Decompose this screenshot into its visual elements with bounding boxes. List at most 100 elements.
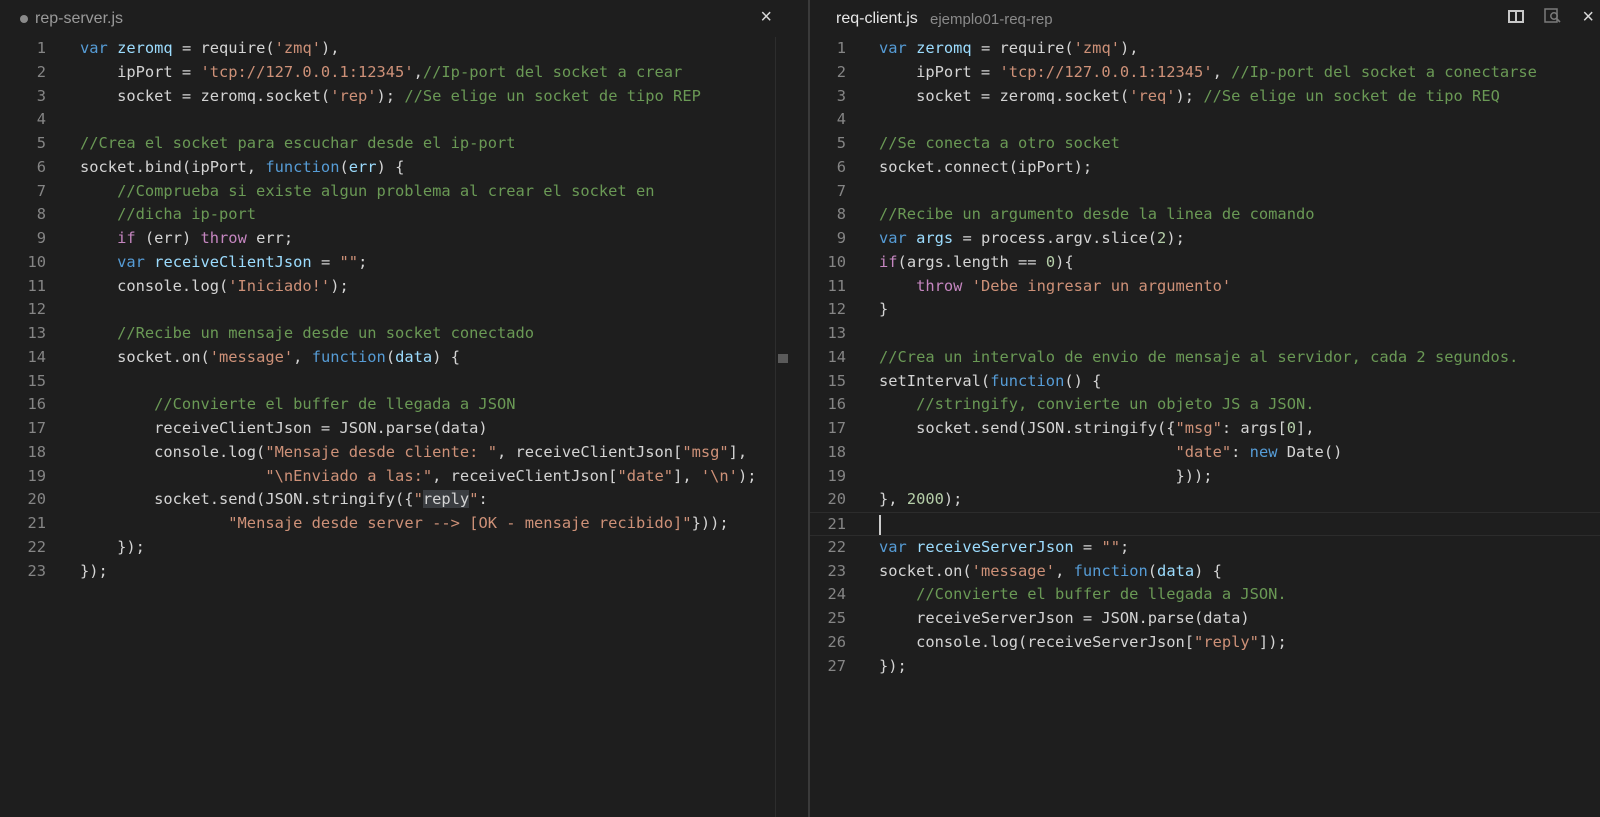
line-content[interactable]: //Convierte el buffer de llegada a JSON.: [879, 583, 1287, 607]
line-content[interactable]: //Recibe un argumento desde la linea de …: [879, 203, 1315, 227]
split-editor-icon[interactable]: [1508, 10, 1524, 23]
tab-title-req-client[interactable]: req-client.js: [836, 10, 918, 28]
line-content[interactable]: //dicha ip-port: [80, 203, 256, 227]
line-content[interactable]: var receiveClientJson = "";: [80, 251, 367, 275]
line-content[interactable]: var receiveServerJson = "";: [879, 536, 1129, 560]
line-content[interactable]: console.log("Mensaje desde cliente: ", r…: [80, 441, 747, 465]
line-content[interactable]: var zeromq = require('zmq'),: [879, 37, 1139, 61]
close-icon[interactable]: ×: [760, 6, 772, 29]
line-content[interactable]: throw 'Debe ingresar un argumento': [879, 275, 1231, 299]
close-icon[interactable]: ×: [1582, 6, 1594, 29]
code-line[interactable]: 18 "date": new Date(): [810, 441, 1600, 465]
code-line[interactable]: 3 socket = zeromq.socket('rep'); //Se el…: [0, 85, 790, 109]
code-line[interactable]: 8 //Recibe un argumento desde la linea de…: [810, 203, 1600, 227]
editor-pane-right[interactable]: req-client.js ejemplo01-req-rep × 1 var z…: [810, 0, 1600, 817]
code-line[interactable]: 9 if (err) throw err;: [0, 227, 790, 251]
line-content[interactable]: //Se conecta a otro socket: [879, 132, 1120, 156]
editor-pane-left[interactable]: rep-server.js × 1 var zeromq = require('z…: [0, 0, 790, 817]
line-content[interactable]: socket.on('message', function(data) {: [879, 560, 1222, 584]
code-line[interactable]: 22 var receiveServerJson = "";: [810, 536, 1600, 560]
code-line[interactable]: 9 var args = process.argv.slice(2);: [810, 227, 1600, 251]
scrollbar-left[interactable]: [775, 37, 790, 817]
code-line[interactable]: 14 socket.on('message', function(data) {: [0, 346, 790, 370]
code-line[interactable]: 1 var zeromq = require('zmq'),: [810, 37, 1600, 61]
code-line[interactable]: 1 var zeromq = require('zmq'),: [0, 37, 790, 61]
line-content[interactable]: var zeromq = require('zmq'),: [80, 37, 340, 61]
code-line[interactable]: 8 //dicha ip-port: [0, 203, 790, 227]
line-content[interactable]: }: [879, 298, 888, 322]
code-line[interactable]: 21: [810, 512, 1600, 536]
tab-title-rep-server[interactable]: rep-server.js: [35, 10, 123, 28]
code-line[interactable]: 15: [0, 370, 790, 394]
code-line[interactable]: 20 socket.send(JSON.stringify({"reply":: [0, 488, 790, 512]
line-content[interactable]: socket = zeromq.socket('rep'); //Se elig…: [80, 85, 701, 109]
code-line[interactable]: 6 socket.bind(ipPort, function(err) {: [0, 156, 790, 180]
code-line[interactable]: 3 socket = zeromq.socket('req'); //Se el…: [810, 85, 1600, 109]
line-content[interactable]: //Crea un intervalo de envio de mensaje …: [879, 346, 1518, 370]
line-content[interactable]: console.log(receiveServerJson["reply"]);: [879, 631, 1287, 655]
code-line[interactable]: 19 "\nEnviado a las:", receiveClientJson…: [0, 465, 790, 489]
code-line[interactable]: 14 //Crea un intervalo de envio de mensaj…: [810, 346, 1600, 370]
code-line[interactable]: 7: [810, 180, 1600, 204]
code-line[interactable]: 10 if(args.length == 0){: [810, 251, 1600, 275]
code-line[interactable]: 23 socket.on('message', function(data) {: [810, 560, 1600, 584]
line-content[interactable]: socket.bind(ipPort, function(err) {: [80, 156, 404, 180]
code-line[interactable]: 16 //Convierte el buffer de llegada a JS…: [0, 393, 790, 417]
line-content[interactable]: ipPort = 'tcp://127.0.0.1:12345',//Ip-po…: [80, 61, 682, 85]
code-line[interactable]: 20}, 2000);: [810, 488, 1600, 512]
code-line[interactable]: 19 }));: [810, 465, 1600, 489]
code-line[interactable]: 16 //stringify, convierte un objeto JS a…: [810, 393, 1600, 417]
line-content[interactable]: socket.connect(ipPort);: [879, 156, 1092, 180]
code-line[interactable]: 26 console.log(receiveServerJson["reply"…: [810, 631, 1600, 655]
code-line[interactable]: 12}: [810, 298, 1600, 322]
open-preview-icon[interactable]: [1544, 8, 1562, 24]
code-line[interactable]: 11 throw 'Debe ingresar un argumento': [810, 275, 1600, 299]
code-line[interactable]: 13: [810, 322, 1600, 346]
line-content[interactable]: //Comprueba si existe algun problema al …: [80, 180, 654, 204]
line-content[interactable]: if (err) throw err;: [80, 227, 293, 251]
line-content[interactable]: "Mensaje desde server --> [OK - mensaje …: [80, 512, 728, 536]
line-content[interactable]: }, 2000);: [879, 488, 962, 512]
line-content[interactable]: var args = process.argv.slice(2);: [879, 227, 1185, 251]
line-content[interactable]: socket = zeromq.socket('req'); //Se elig…: [879, 85, 1500, 109]
line-content[interactable]: //Crea el socket para escuchar desde el …: [80, 132, 516, 156]
code-line[interactable]: 4: [0, 108, 790, 132]
line-content[interactable]: //Convierte el buffer de llegada a JSON: [80, 393, 515, 417]
code-line[interactable]: 21 "Mensaje desde server --> [OK - mensa…: [0, 512, 790, 536]
line-content[interactable]: }));: [879, 465, 1213, 489]
line-content[interactable]: ipPort = 'tcp://127.0.0.1:12345', //Ip-p…: [879, 61, 1537, 85]
code-line[interactable]: 27});: [810, 655, 1600, 679]
code-line[interactable]: 15 setInterval(function() {: [810, 370, 1600, 394]
line-content[interactable]: [879, 513, 881, 537]
scrollbar-thumb[interactable]: [778, 354, 788, 363]
code-line[interactable]: 7 //Comprueba si existe algun problema a…: [0, 180, 790, 204]
code-line[interactable]: 17 receiveClientJson = JSON.parse(data): [0, 417, 790, 441]
line-content[interactable]: receiveServerJson = JSON.parse(data): [879, 607, 1250, 631]
line-content[interactable]: "date": new Date(): [879, 441, 1343, 465]
code-line[interactable]: 24 //Convierte el buffer de llegada a JS…: [810, 583, 1600, 607]
code-line[interactable]: 25 receiveServerJson = JSON.parse(data): [810, 607, 1600, 631]
code-line[interactable]: 5 //Crea el socket para escuchar desde el…: [0, 132, 790, 156]
code-line[interactable]: 13 //Recibe un mensaje desde un socket c…: [0, 322, 790, 346]
code-line[interactable]: 22 });: [0, 536, 790, 560]
code-line[interactable]: 2 ipPort = 'tcp://127.0.0.1:12345',//Ip-…: [0, 61, 790, 85]
code-line[interactable]: 17 socket.send(JSON.stringify({"msg": ar…: [810, 417, 1600, 441]
line-content[interactable]: });: [879, 655, 907, 679]
line-content[interactable]: console.log('Iniciado!');: [80, 275, 349, 299]
code-line[interactable]: 2 ipPort = 'tcp://127.0.0.1:12345', //Ip…: [810, 61, 1600, 85]
line-content[interactable]: });: [80, 536, 145, 560]
code-line[interactable]: 4: [810, 108, 1600, 132]
code-line[interactable]: 11 console.log('Iniciado!');: [0, 275, 790, 299]
code-line[interactable]: 10 var receiveClientJson = "";: [0, 251, 790, 275]
line-content[interactable]: });: [80, 560, 108, 584]
code-line[interactable]: 23});: [0, 560, 790, 584]
code-line[interactable]: 5 //Se conecta a otro socket: [810, 132, 1600, 156]
line-content[interactable]: socket.send(JSON.stringify({"reply":: [80, 488, 488, 512]
line-content[interactable]: socket.send(JSON.stringify({"msg": args[…: [879, 417, 1315, 441]
code-line[interactable]: 6 socket.connect(ipPort);: [810, 156, 1600, 180]
code-editor-left[interactable]: 1 var zeromq = require('zmq'), 2 ipPort = …: [0, 37, 790, 817]
code-line[interactable]: 12: [0, 298, 790, 322]
line-content[interactable]: setInterval(function() {: [879, 370, 1101, 394]
line-content[interactable]: //stringify, convierte un objeto JS a JS…: [879, 393, 1314, 417]
line-content[interactable]: "\nEnviado a las:", receiveClientJson["d…: [80, 465, 756, 489]
